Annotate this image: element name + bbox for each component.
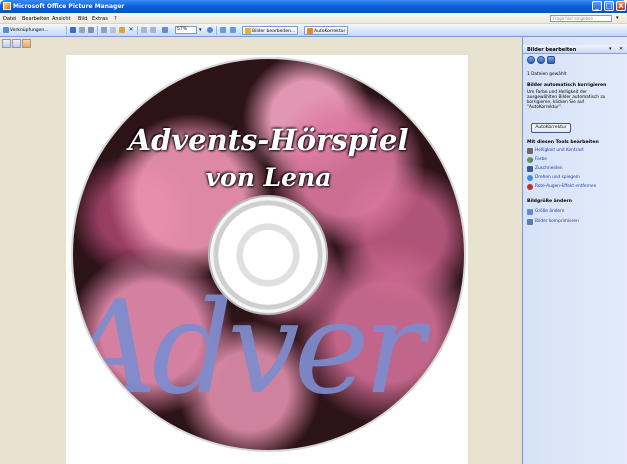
- title-bar: Microsoft Office Picture Manager _ □ X: [0, 0, 627, 13]
- menu-bearbeiten[interactable]: Bearbeiten: [22, 16, 49, 22]
- cd-title-line2: von Lena: [205, 163, 332, 192]
- edit-pictures-task-pane: Bilder bearbeiten ▾ ✕ 1 Dateien gewählt …: [522, 37, 627, 464]
- tool-crop-link[interactable]: Zuschneiden: [535, 166, 563, 171]
- size-heading: Bildgröße ändern: [527, 199, 572, 204]
- thumbnail-view-icon[interactable]: [2, 39, 11, 48]
- print-icon[interactable]: [79, 27, 85, 33]
- home-icon[interactable]: [547, 56, 555, 64]
- task-pane-title: Bilder bearbeiten: [527, 47, 577, 53]
- filmstrip-view-icon[interactable]: [12, 39, 21, 48]
- help-dropdown-icon[interactable]: ▾: [616, 15, 619, 21]
- forward-icon[interactable]: [537, 56, 545, 64]
- copy-icon[interactable]: [110, 27, 116, 33]
- autocorrect-icon: [307, 27, 313, 34]
- menu-bar: Datei Bearbeiten Ansicht Bild Extras ? F…: [0, 13, 627, 24]
- selected-count: 1 Dateien gewählt: [527, 72, 567, 77]
- view-toggle-bar: [0, 37, 522, 55]
- help-search-input[interactable]: Frage hier eingeben: [550, 15, 612, 22]
- cd-hub: [208, 195, 328, 315]
- cut-icon[interactable]: [101, 27, 107, 33]
- auto-correct-heading: Bilder automatisch korrigieren: [527, 83, 607, 88]
- compress-icon: [527, 219, 533, 225]
- tool-red-eye-link[interactable]: Rote-Augen-Effekt entfernen: [535, 184, 596, 189]
- autocorrect-label: AutoKorrektur: [314, 29, 346, 34]
- task-pane-header: Bilder bearbeiten ▾ ✕: [523, 45, 627, 54]
- zoom-in-icon[interactable]: [207, 27, 213, 33]
- save-icon[interactable]: [70, 27, 76, 33]
- picture-manager-app-icon: [3, 2, 11, 10]
- cd-label-image: Advents-Hörspiel von Lena Adver: [71, 57, 466, 452]
- tool-resize-link[interactable]: Größe ändern: [535, 209, 565, 214]
- resize-icon: [527, 209, 533, 215]
- toolbar-separator: [216, 26, 217, 35]
- edit-images-icon: [245, 27, 251, 34]
- tool-compress-link[interactable]: Bilder komprimieren: [535, 219, 579, 224]
- shortcuts-button[interactable]: Verknüpfungen...: [1, 26, 51, 35]
- pane-close-icon[interactable]: ✕: [619, 46, 623, 52]
- autocorrect-button[interactable]: AutoKorrektur: [304, 26, 349, 35]
- toolbar-separator: [66, 26, 67, 35]
- view-icon[interactable]: [162, 27, 168, 33]
- toolbar-separator: [137, 26, 138, 35]
- zoom-dropdown-icon[interactable]: ▾: [199, 27, 205, 33]
- menu-extras[interactable]: Extras: [92, 16, 108, 22]
- tool-color-link[interactable]: Farbe: [535, 157, 547, 162]
- rotate-icon: [527, 175, 533, 181]
- color-icon: [527, 157, 533, 163]
- pane-menu-icon[interactable]: ▾: [609, 46, 612, 52]
- shortcuts-label: Verknüpfungen...: [10, 28, 49, 33]
- tool-rotate-link[interactable]: Drehen und spiegeln: [535, 175, 580, 180]
- cd-title-line1: Advents-Hörspiel: [128, 123, 409, 157]
- email-icon[interactable]: [88, 27, 94, 33]
- crop-icon: [527, 166, 533, 172]
- edit-images-label: Bilder bearbeiten...: [252, 29, 296, 34]
- toolbar: Verknüpfungen... ✕ 57% ▾ Bilder bearbeit…: [0, 24, 627, 37]
- undo-icon[interactable]: [141, 27, 147, 33]
- paste-icon[interactable]: [119, 27, 125, 33]
- brightness-icon: [527, 148, 533, 154]
- tool-brightness-link[interactable]: Helligkeit und Kontrast: [535, 148, 584, 153]
- toolbar-separator: [97, 26, 98, 35]
- back-icon[interactable]: [527, 56, 535, 64]
- tools-heading: Mit diesen Tools bearbeiten: [527, 140, 599, 145]
- autocorrect-pane-button[interactable]: AutoKorrektur: [531, 123, 571, 133]
- rotate-right-icon[interactable]: [230, 27, 236, 33]
- redo-icon[interactable]: [150, 27, 156, 33]
- window-title: Microsoft Office Picture Manager: [13, 3, 125, 10]
- red-eye-icon: [527, 184, 533, 190]
- menu-bild[interactable]: Bild: [78, 16, 87, 22]
- delete-icon[interactable]: ✕: [128, 27, 134, 33]
- maximize-button[interactable]: □: [604, 1, 614, 11]
- close-button[interactable]: X: [616, 1, 626, 11]
- rotate-left-icon[interactable]: [220, 27, 226, 33]
- shortcuts-icon: [3, 26, 9, 33]
- auto-desc-line: "AutoKorrektur".: [527, 105, 563, 110]
- minimize-button[interactable]: _: [592, 1, 602, 11]
- single-picture-view-icon[interactable]: [22, 39, 31, 48]
- menu-ansicht[interactable]: Ansicht: [52, 16, 70, 22]
- menu-help[interactable]: ?: [114, 16, 117, 22]
- edit-images-button[interactable]: Bilder bearbeiten...: [242, 26, 299, 35]
- menu-datei[interactable]: Datei: [3, 16, 16, 22]
- zoom-select[interactable]: 57%: [175, 26, 197, 34]
